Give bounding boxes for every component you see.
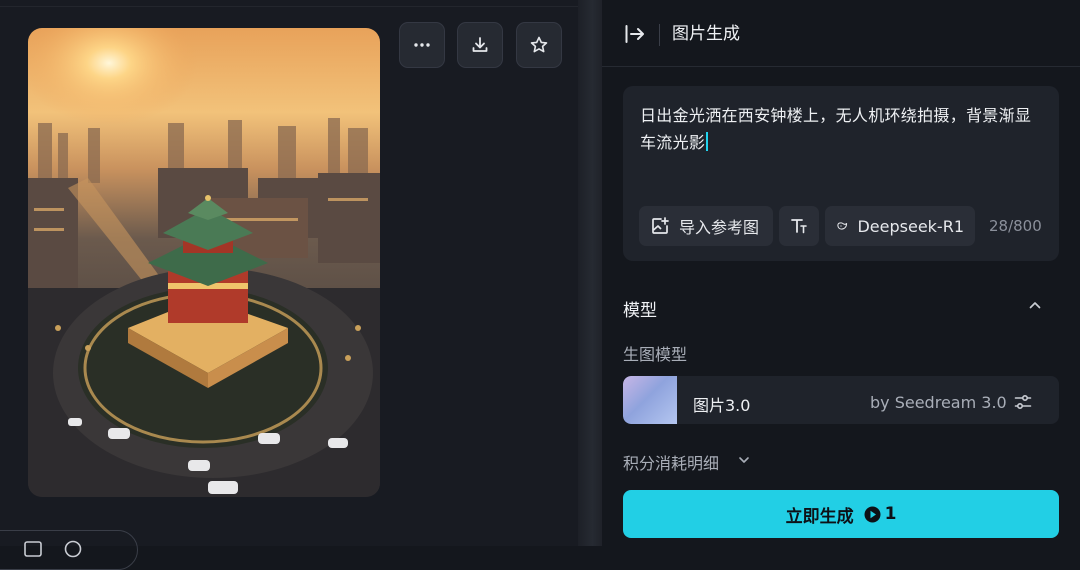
collapse-right-icon[interactable] [623,22,647,46]
panel-divider[interactable] [578,0,602,546]
model-selector[interactable]: 图片3.0 by Seedream 3.0 [623,376,1059,424]
points-detail-toggle[interactable]: 积分消耗明细 [623,450,719,474]
more-button[interactable] [399,22,445,68]
canvas-area [0,0,578,570]
download-button[interactable] [457,22,503,68]
deepseek-whale-icon [837,222,848,230]
import-reference-button[interactable]: 导入参考图 [639,206,773,246]
download-icon [472,37,488,52]
header-separator [659,24,660,46]
chevron-down-icon[interactable] [737,453,751,467]
panel-title: 图片生成 [672,24,740,44]
panel-header: 图片生成 [602,0,1080,67]
image-icon[interactable] [24,540,42,558]
text-style-icon [791,219,807,234]
tower-image [28,28,380,497]
generate-label: 立即生成 [785,506,854,527]
prompt-input[interactable]: 日出金光洒在西安钟楼上，无人机环绕拍摄，背景渐显车流光影 [640,102,1042,156]
model-section-title: 模型 [623,301,657,321]
generated-image[interactable] [28,28,380,497]
favorite-button[interactable] [516,22,562,68]
generate-cost: 1 [884,504,897,524]
char-counter: 28/800 [989,217,1042,235]
import-reference-label: 导入参考图 [679,218,760,237]
text-style-button[interactable] [779,206,819,246]
model-thumbnail [623,376,677,424]
text-caret [706,132,709,151]
model-provider: by Seedream 3.0 [870,393,1007,412]
play-circle-icon[interactable] [64,540,82,558]
import-image-icon [652,217,669,234]
more-horizontal-icon [414,43,430,47]
model-subtitle: 生图模型 [623,345,688,364]
model-name: 图片3.0 [693,396,751,415]
star-icon [530,36,548,53]
sliders-icon[interactable] [1013,392,1033,412]
chevron-up-icon[interactable] [1026,296,1044,314]
credit-coin-icon [864,506,881,522]
generation-panel: 图片生成 日出金光洒在西安钟楼上，无人机环绕拍摄，背景渐显车流光影 导入参考图 … [602,0,1080,546]
deepseek-label: Deepseek-R1 [857,216,964,236]
generate-button[interactable]: 立即生成 1 [623,490,1059,538]
prompt-box[interactable]: 日出金光洒在西安钟楼上，无人机环绕拍摄，背景渐显车流光影 导入参考图 Deeps… [623,86,1059,261]
deepseek-button[interactable]: Deepseek-R1 [825,206,975,246]
prompt-text: 日出金光洒在西安钟楼上，无人机环绕拍摄，背景渐显车流光影 [640,106,1032,152]
